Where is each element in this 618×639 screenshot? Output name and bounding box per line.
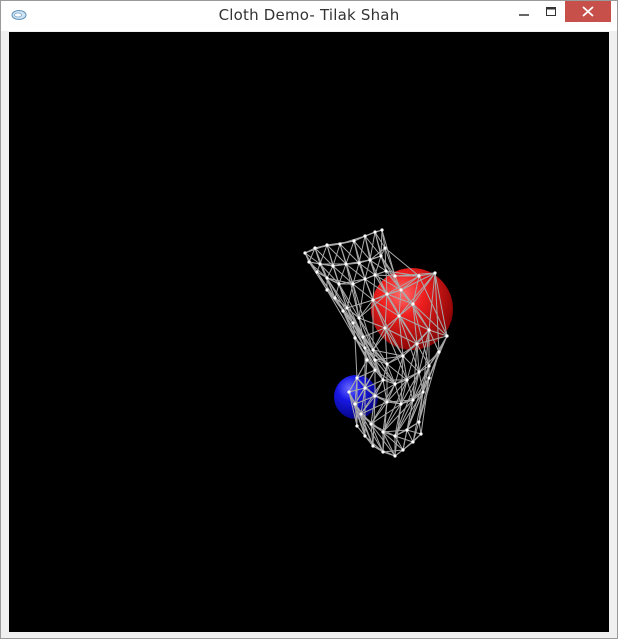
cloth-node [361, 335, 365, 339]
cloth-node [421, 390, 425, 394]
cloth-node [373, 230, 377, 234]
cloth-edge [364, 259, 371, 280]
cloth-node [373, 273, 377, 277]
cloth-node [385, 362, 389, 366]
cloth-node [344, 262, 348, 266]
cloth-node [405, 428, 409, 432]
cloth-node [371, 298, 375, 302]
cloth-node [363, 346, 367, 350]
cloth-node [338, 242, 342, 246]
cloth-edge [345, 240, 355, 265]
app-window: Cloth Demo- Tilak Shah [0, 0, 618, 639]
cloth-node [357, 316, 361, 320]
cloth-node [411, 302, 415, 306]
cloth-node [381, 450, 385, 454]
cloth-node [363, 386, 367, 390]
close-button[interactable] [565, 1, 611, 22]
cloth-node [363, 277, 367, 281]
cloth-node [368, 258, 372, 262]
cloth-node [371, 348, 375, 352]
cloth-node [383, 246, 387, 250]
cloth-node [363, 234, 367, 238]
cloth-node [355, 376, 359, 380]
cloth-node [353, 402, 357, 406]
minimize-icon [519, 14, 529, 16]
cloth-node [393, 434, 397, 438]
cloth-node [383, 326, 387, 330]
close-icon [582, 6, 594, 17]
cloth-node [315, 270, 319, 274]
cloth-node [393, 454, 397, 458]
cloth-node [405, 378, 409, 382]
cloth-node [351, 282, 355, 286]
cloth-edge [358, 235, 366, 264]
cloth-node [357, 261, 361, 265]
cloth-node [399, 288, 403, 292]
cloth-node [371, 444, 375, 448]
cloth-node [381, 378, 385, 382]
cloth-edge [369, 255, 382, 261]
cloth-node [437, 350, 441, 354]
cloth-node [325, 288, 329, 292]
cloth-node [417, 420, 421, 424]
cloth-node [384, 269, 388, 273]
minimize-button[interactable] [511, 1, 537, 22]
cloth-node [325, 243, 329, 247]
cloth-edges [304, 229, 448, 457]
cloth-node [347, 390, 351, 394]
render-canvas[interactable] [9, 32, 609, 632]
cloth-node [397, 314, 401, 318]
cloth-edge [418, 421, 422, 435]
cloth-edge [354, 337, 358, 379]
cloth-node [373, 358, 377, 362]
cloth-node [380, 228, 384, 232]
cloth-node [351, 321, 355, 325]
cloth-node [355, 424, 359, 428]
cloth-node [337, 282, 341, 286]
cloth-node [385, 292, 389, 296]
maximize-button[interactable] [538, 1, 564, 22]
cloth-node [341, 309, 345, 313]
cloth-node [363, 434, 367, 438]
cloth-node [359, 412, 363, 416]
cloth-node [401, 448, 405, 452]
cloth-node [369, 422, 373, 426]
cloth-node [379, 254, 383, 258]
cloth-edge [332, 243, 341, 267]
cloth-node [427, 364, 431, 368]
cloth-node [345, 306, 349, 310]
title-bar[interactable]: Cloth Demo- Tilak Shah [1, 1, 617, 31]
cloth-edge [369, 231, 376, 261]
cloth-node [393, 382, 397, 386]
cloth-node [325, 276, 329, 280]
cloth-node [352, 239, 356, 243]
cloth-node [381, 430, 385, 434]
cloth-node [307, 260, 311, 264]
cloth-scene [303, 228, 453, 458]
cloth-node [415, 342, 419, 346]
cloth-node [427, 376, 431, 380]
cloth-node [365, 358, 369, 362]
cloth-node [417, 370, 421, 374]
maximize-icon [546, 7, 556, 16]
cloth-node [427, 328, 431, 332]
cloth-node [303, 251, 307, 255]
cloth-node [385, 400, 389, 404]
cloth-node [331, 264, 335, 268]
cloth-node [318, 262, 322, 266]
cloth-node [333, 296, 337, 300]
cloth-node [399, 402, 403, 406]
cloth-node [393, 274, 397, 278]
cloth-node [353, 336, 357, 340]
cloth-node [445, 334, 449, 338]
cloth-node [419, 432, 423, 436]
cloth-node [433, 271, 437, 275]
cloth-node [401, 354, 405, 358]
cloth-node [373, 368, 377, 372]
cloth-node [411, 398, 415, 402]
cloth-node [417, 274, 421, 278]
cloth-node [373, 394, 377, 398]
cloth-node [411, 440, 415, 444]
cloth-node [313, 246, 317, 250]
